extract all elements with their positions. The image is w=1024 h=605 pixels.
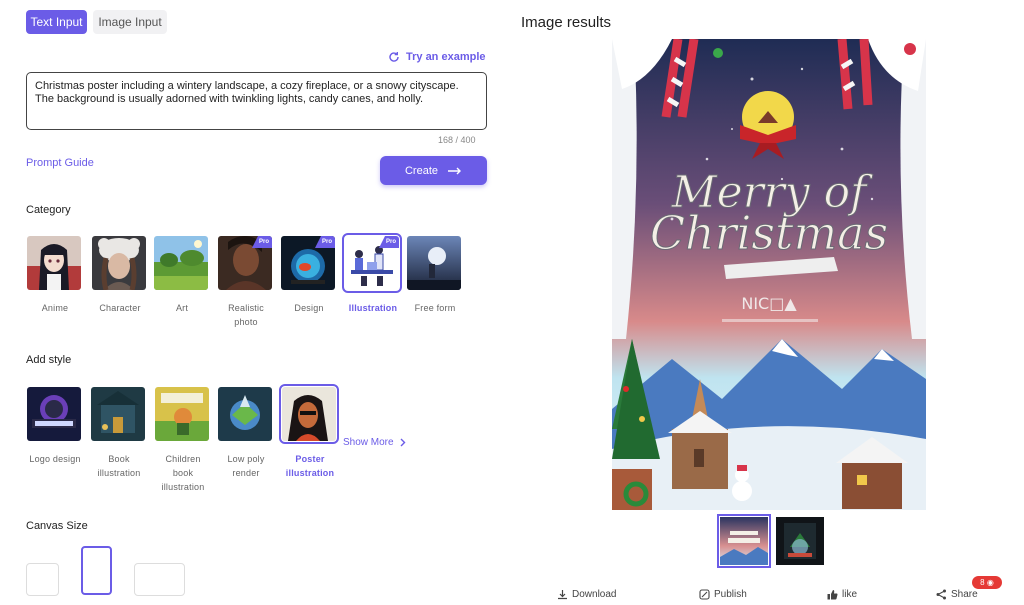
publish-label: Publish bbox=[714, 589, 747, 600]
category-item-anime[interactable]: Anime bbox=[27, 236, 83, 315]
style-title: Add style bbox=[26, 354, 72, 366]
category-item-illustration[interactable]: Pro Illustration bbox=[342, 233, 402, 315]
publish-icon bbox=[699, 589, 710, 600]
try-example-label: Try an example bbox=[406, 51, 486, 63]
download-label: Download bbox=[572, 589, 617, 600]
style-item-poster-illustration[interactable]: Poster illustration bbox=[279, 384, 339, 480]
share-button[interactable]: Share bbox=[936, 589, 978, 600]
category-label: Realistic photo bbox=[228, 303, 264, 327]
style-label: Children book illustration bbox=[161, 454, 205, 492]
style-item-book-illustration[interactable]: Book illustration bbox=[91, 387, 147, 480]
show-more-link[interactable]: Show More bbox=[343, 437, 406, 448]
arrow-right-icon bbox=[448, 167, 462, 174]
canvas-size-title: Canvas Size bbox=[26, 520, 88, 532]
category-item-design[interactable]: Pro Design bbox=[281, 236, 337, 315]
style-label: Low poly render bbox=[227, 454, 265, 478]
category-label: Design bbox=[294, 303, 324, 313]
low-poly-thumbnail bbox=[218, 387, 272, 441]
create-label: Create bbox=[404, 164, 439, 177]
category-item-realistic-photo[interactable]: Pro Realistic photo bbox=[218, 236, 274, 329]
logo-design-thumbnail bbox=[27, 387, 81, 441]
character-thumbnail bbox=[92, 236, 146, 290]
style-item-low-poly-render[interactable]: Low poly render bbox=[218, 387, 274, 480]
download-button[interactable]: Download bbox=[557, 589, 616, 600]
show-more-label: Show More bbox=[343, 437, 394, 448]
tab-image-input[interactable]: Image Input bbox=[93, 10, 167, 34]
style-label: Logo design bbox=[29, 454, 81, 464]
children-book-thumbnail bbox=[155, 387, 209, 441]
char-counter: 168 / 400 bbox=[438, 135, 476, 145]
style-item-logo-design[interactable]: Logo design bbox=[27, 387, 83, 466]
poster-illustration-thumbnail bbox=[279, 384, 339, 444]
share-label: Share bbox=[951, 589, 978, 600]
publish-button[interactable]: Publish bbox=[699, 589, 747, 600]
category-label: Illustration bbox=[348, 303, 398, 313]
canvas-square-option[interactable] bbox=[26, 563, 59, 596]
style-label: Poster illustration bbox=[285, 454, 335, 478]
download-icon bbox=[558, 590, 567, 600]
category-label: Art bbox=[175, 303, 189, 313]
like-label: like bbox=[842, 589, 858, 600]
share-icon bbox=[936, 589, 946, 600]
prompt-guide-link[interactable]: Prompt Guide bbox=[26, 157, 94, 169]
anime-thumbnail bbox=[27, 236, 81, 290]
realistic-photo-thumbnail: Pro bbox=[218, 236, 272, 290]
results-panel: Image results Merry of Christmas NIC□▲ D… bbox=[505, 0, 1024, 605]
create-button[interactable]: Create bbox=[380, 156, 487, 185]
style-item-children-book-illustration[interactable]: Children book illustration bbox=[155, 387, 211, 494]
poster-subtitle: NIC□▲ bbox=[741, 294, 797, 313]
prompt-textarea[interactable]: Christmas poster including a wintery lan… bbox=[26, 72, 487, 130]
category-label: Free form bbox=[414, 303, 456, 313]
book-illustration-thumbnail bbox=[91, 387, 145, 441]
results-title: Image results bbox=[521, 14, 612, 31]
category-title: Category bbox=[26, 204, 71, 216]
category-item-character[interactable]: Character bbox=[92, 236, 148, 315]
illustration-thumbnail: Pro bbox=[342, 233, 402, 293]
category-item-art[interactable]: Art bbox=[154, 236, 210, 315]
tab-text-input[interactable]: Text Input bbox=[26, 10, 87, 34]
share-count-badge: 8 ◉ bbox=[972, 576, 1002, 589]
category-label: Anime bbox=[41, 303, 69, 313]
poster-headline-2: Christmas bbox=[650, 206, 888, 260]
like-button[interactable]: like bbox=[827, 589, 857, 600]
try-example-link[interactable]: Try an example bbox=[388, 51, 486, 63]
category-item-free-form[interactable]: Free form bbox=[407, 236, 463, 315]
result-image-main[interactable]: Merry of Christmas NIC□▲ bbox=[612, 39, 926, 510]
thumbs-up-icon bbox=[827, 590, 838, 600]
design-thumbnail: Pro bbox=[281, 236, 335, 290]
style-label: Book illustration bbox=[97, 454, 141, 478]
category-label: Character bbox=[99, 303, 141, 313]
input-panel: Text Input Image Input Try an example Ch… bbox=[0, 0, 505, 605]
free-form-thumbnail bbox=[407, 236, 461, 290]
result-thumbnail-1[interactable] bbox=[717, 514, 771, 568]
canvas-landscape-option[interactable] bbox=[134, 563, 185, 596]
art-thumbnail bbox=[154, 236, 208, 290]
canvas-portrait-option[interactable] bbox=[81, 546, 112, 595]
refresh-icon bbox=[389, 52, 399, 62]
result-thumbnail-2[interactable] bbox=[776, 517, 824, 565]
chevron-right-icon bbox=[400, 438, 406, 447]
